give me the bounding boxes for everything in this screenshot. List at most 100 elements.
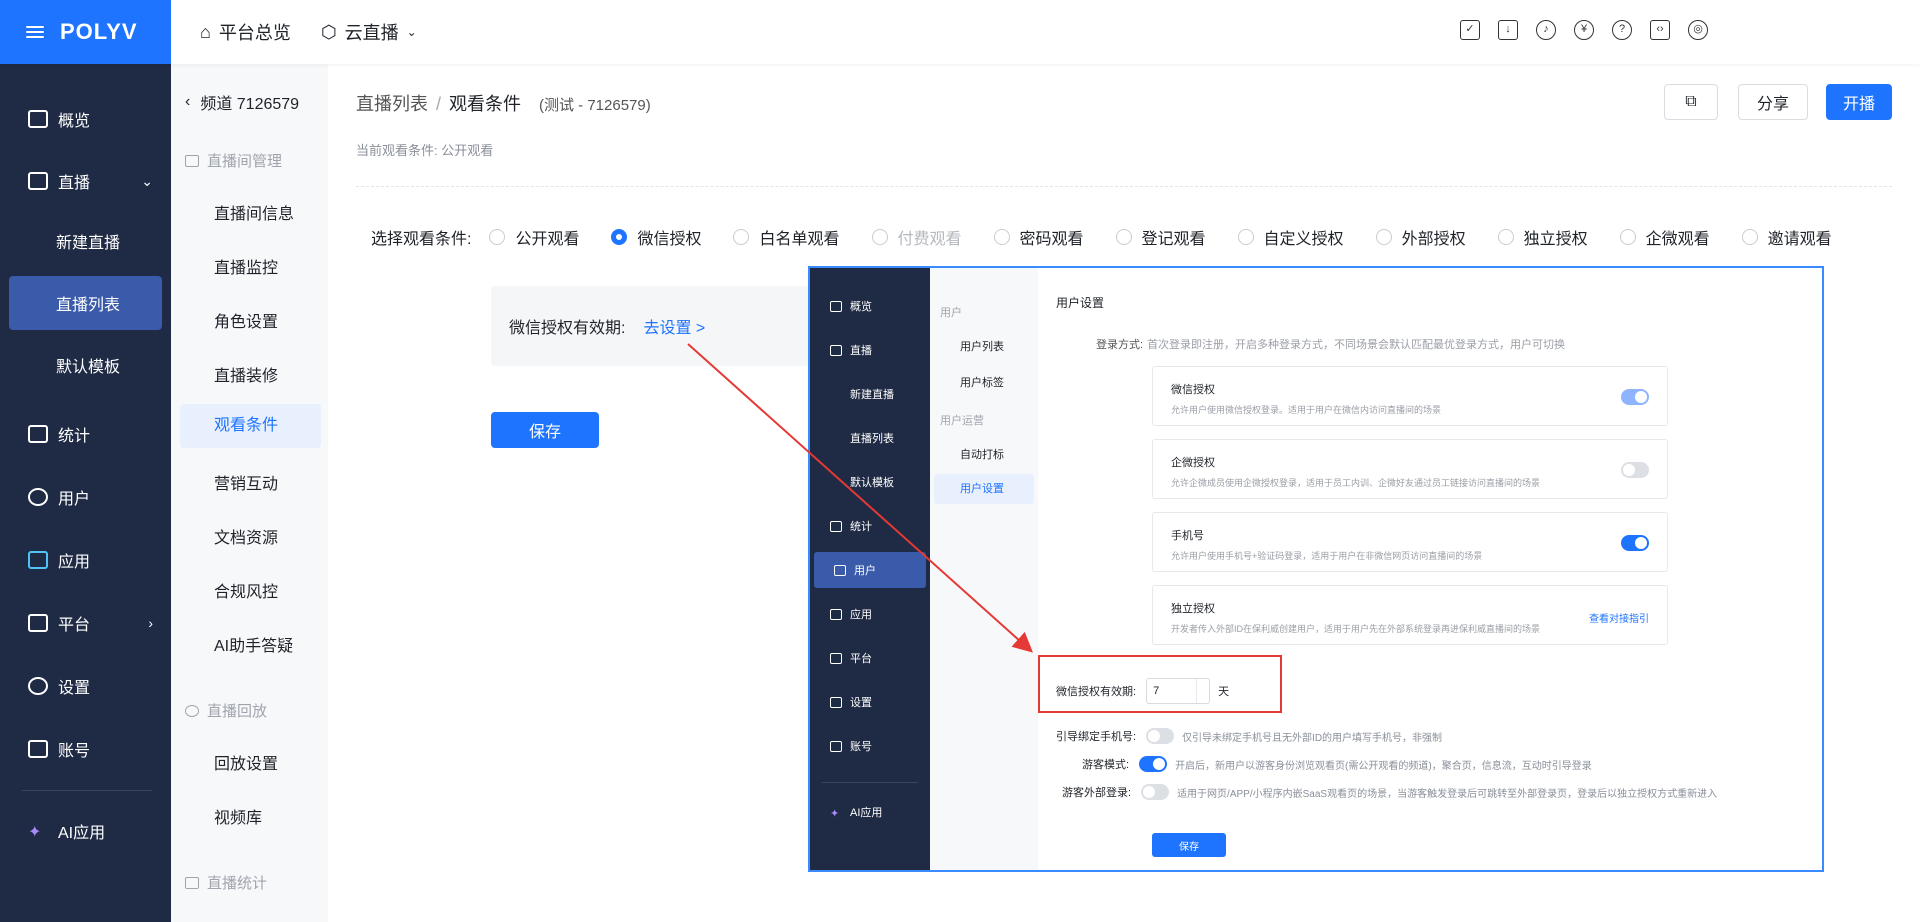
toggle-bind-phone [1146,728,1175,744]
inset-nav-platform: 平台 [810,640,930,676]
task-icon[interactable]: ✓ [1460,20,1480,40]
radio-register[interactable]: 登记观看 [1115,225,1206,249]
inset-nav-stats: 统计 [810,508,930,544]
globe-icon[interactable]: ◎ [1688,20,1708,40]
sec-item-room-info[interactable]: 直播间信息 [214,200,294,224]
logo[interactable]: POLYV [60,19,138,45]
divider [356,186,1892,187]
opt-bind-phone: 引导绑定手机号: 仅引导未绑定手机号且无外部ID的用户填写手机号，非强制 [1056,728,1442,744]
copy-icon: ⧉ [1685,93,1697,110]
help-icon[interactable]: ? [1612,20,1632,40]
inset-nav-new-live: 新建直播 [850,389,894,401]
toggle-phone [1621,535,1649,551]
radio-custom-auth[interactable]: 自定义授权 [1237,225,1344,249]
nav-overview[interactable]: 概览 [0,94,171,144]
inset-title: 用户设置 [1056,296,1105,310]
nav-settings[interactable]: 设置 [0,661,171,711]
card-wechat-auth: 微信授权 允许用户使用微信授权登录。适用于用户在微信内访问直播间的场景 [1152,366,1668,426]
radio-invite[interactable]: 邀请观看 [1741,225,1832,249]
nav-live-list[interactable]: 直播列表 [9,276,162,330]
sec-item-documents[interactable]: 文档资源 [214,524,278,548]
opt-guest-external-login: 游客外部登录: 适用于网页/APP/小程序内嵌SaaS观看页的场景，当游客触发登录… [1062,784,1717,800]
bar-chart-icon [28,425,48,443]
wechat-validity-box: 微信授权有效期: 去设置 > [491,286,831,366]
sec-item-playback-settings[interactable]: 回放设置 [214,750,278,774]
inset-sec-user-list: 用户列表 [960,341,1004,353]
radio-independent-auth[interactable]: 独立授权 [1497,225,1588,249]
nav-users[interactable]: 用户 [0,472,171,522]
download-icon[interactable]: ↓ [1498,20,1518,40]
go-settings-link[interactable]: 去设置 > [643,314,705,338]
back-to-channel[interactable]: ‹ 频道 7126579 [185,90,299,114]
copy-button[interactable]: ⧉ [1664,84,1718,120]
start-live-button[interactable]: 开播 [1826,84,1892,120]
validity-input: 7 [1146,678,1211,704]
nav-ai-apps[interactable]: ✦ AI应用 [0,806,171,856]
nav-divider [22,790,152,791]
brand: POLYV [0,0,171,64]
top-bar: POLYV ⌂ 平台总览 ⬡ 云直播 ⌄ ✓ ↓ ♪ ¥ ? ‹› ◎ [0,0,1920,64]
crumb-live-list[interactable]: 直播列表 [356,90,428,116]
cube-icon: ⬡ [320,21,337,42]
inset-nav-live: 直播 [810,332,930,368]
playback-icon [185,704,199,717]
yen-icon[interactable]: ¥ [1574,20,1594,40]
chevron-right-icon: › [148,615,153,631]
nav-new-live[interactable]: 新建直播 [0,216,171,266]
inset-left-nav: 概览 直播 新建直播 直播列表 默认模板 统计 用户 应用 平台 设置 账号 ✦… [810,268,930,870]
radio-wecom[interactable]: 企微观看 [1619,225,1710,249]
toggle-wecom-auth [1621,462,1649,478]
sec-item-decoration[interactable]: 直播装修 [214,362,278,386]
inset-nav-overview: 概览 [810,288,930,324]
radio-public[interactable]: 公开观看 [489,225,579,249]
nav-account[interactable]: 账号 [0,724,171,774]
sec-item-monitor[interactable]: 直播监控 [214,254,278,278]
radio-wechat-auth[interactable]: 微信授权 [611,225,701,249]
sec-item-marketing[interactable]: 营销互动 [214,470,278,494]
nav-default-template[interactable]: 默认模板 [0,340,171,390]
channel-note: (测试 - 7126579) [539,97,651,114]
home-icon: ⌂ [200,21,211,42]
chevron-down-icon: ⌄ [406,25,417,39]
card-wecom-auth: 企微授权 允许企微成员使用企微授权登录，适用于员工内训、企微好友通过员工链接访问… [1152,439,1668,499]
bell-icon[interactable]: ♪ [1536,20,1556,40]
current-condition: 当前观看条件: 公开观看 [356,143,494,158]
inset-nav-users: 用户 [814,552,926,588]
sec-item-roles[interactable]: 角色设置 [214,308,278,332]
inset-sec-auto-tag: 自动打标 [960,449,1004,461]
breadcrumb: 直播列表 / 观看条件 (测试 - 7126579) [356,90,651,116]
sec-item-ai-assistant[interactable]: AI助手答疑 [214,632,293,656]
inset-nav-template: 默认模板 [850,477,894,489]
condition-selector: 选择观看条件: 公开观看 微信授权 白名单观看 付费观看 密码观看 登记观看 自… [371,225,1832,249]
inset-login-methods: 登录方式: 首次登录即注册，开启多种登录方式，不同场景会默认匹配最优登录方式，用户… [1096,339,1566,351]
radio-password[interactable]: 密码观看 [993,225,1084,249]
radio-external-auth[interactable]: 外部授权 [1375,225,1466,249]
nav-apps[interactable]: 应用 [0,535,171,585]
id-card-icon [28,740,48,758]
sec-item-video-library[interactable]: 视频库 [214,804,262,828]
nav-platform-overview[interactable]: ⌂ 平台总览 [200,19,291,45]
menu-icon[interactable] [26,23,44,41]
toggle-guest-external [1141,784,1170,800]
sparkle-icon: ✦ [28,824,42,841]
toggle-guest-mode [1139,756,1168,772]
nav-stats[interactable]: 统计 [0,409,171,459]
share-button[interactable]: 分享 [1738,84,1808,120]
nav-live[interactable]: 直播 ⌄ [0,156,171,206]
inset-sec-user-settings: 用户设置 [934,474,1034,504]
inset-secondary-nav: 用户 用户列表 用户标签 用户运营 自动打标 用户设置 [930,268,1038,870]
nav-platform[interactable]: 平台 › [0,598,171,648]
inset-validity-field: 微信授权有效期: 7 天 [1056,678,1229,704]
group-playback: 直播回放 [185,700,267,721]
toggle-wechat-auth [1621,389,1649,405]
save-button[interactable]: 保存 [491,412,599,448]
monitor-icon [28,110,48,128]
radio-whitelist[interactable]: 白名单观看 [733,225,840,249]
nav-cloud-live[interactable]: ⬡ 云直播 ⌄ [321,19,417,45]
apps-icon [28,551,48,569]
sec-item-compliance[interactable]: 合规风控 [214,578,278,602]
video-icon [28,172,48,190]
code-icon[interactable]: ‹› [1650,20,1670,40]
sec-item-watch-condition[interactable]: 观看条件 [180,404,321,448]
radio-paid: 付费观看 [871,225,962,249]
